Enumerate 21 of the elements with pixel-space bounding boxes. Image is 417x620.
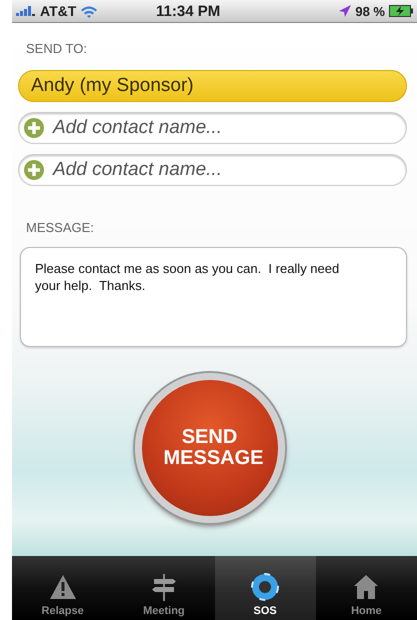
wifi-icon xyxy=(80,4,98,18)
lifebuoy-icon xyxy=(250,572,280,602)
send-message-button[interactable]: SEND MESSAGE xyxy=(134,372,284,522)
location-arrow-icon xyxy=(339,5,352,17)
carrier-name: AT&T xyxy=(40,3,76,19)
battery-charging-icon xyxy=(389,5,413,17)
tab[interactable]: Relapse xyxy=(12,556,114,620)
add-icon[interactable] xyxy=(23,117,45,139)
section-label: SEND TO: xyxy=(26,41,88,56)
message-field[interactable]: Please contact me as soon as you can. I really need your help. Thanks. xyxy=(20,247,407,347)
clock-time: 11:34 PM xyxy=(156,2,222,20)
contact-input-field[interactable]: Add contact name... xyxy=(18,154,407,186)
tab[interactable]: Meeting xyxy=(113,556,214,620)
battery-percent: 98 % xyxy=(355,4,385,18)
tab[interactable]: Home xyxy=(316,556,417,620)
recipient-field[interactable]: Andy (my Sponsor) xyxy=(18,70,407,102)
tab[interactable]: SOS xyxy=(214,556,316,620)
signal-icon xyxy=(16,6,36,16)
add-icon[interactable] xyxy=(23,159,45,181)
contact-input-field[interactable]: Add contact name... xyxy=(18,112,407,144)
section-label: MESSAGE: xyxy=(26,220,95,235)
